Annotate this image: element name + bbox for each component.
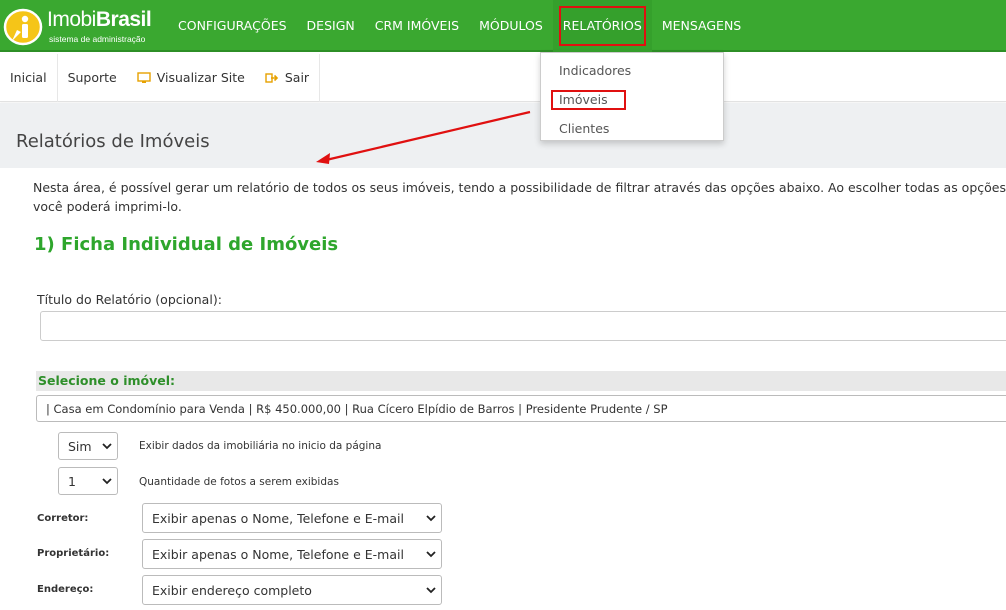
subnav-suporte[interactable]: Suporte: [58, 54, 127, 102]
select-imovel-label: Selecione o imóvel:: [38, 373, 175, 388]
menu-crm-imoveis[interactable]: CRM IMÓVEIS: [365, 0, 469, 52]
corretor-value: Exibir apenas o Nome, Telefone e E-mail: [152, 511, 404, 526]
chevron-down-icon: [426, 551, 436, 558]
brand-tagline: sistema de administração: [49, 34, 146, 44]
chevron-down-icon: [102, 443, 112, 450]
top-navbar: ImobiBrasil sistema de administração CON…: [0, 0, 1006, 52]
page-title: Relatórios de Imóveis: [16, 131, 210, 152]
menu-mensagens[interactable]: MENSAGENS: [652, 0, 751, 52]
secondary-navbar: Inicial Suporte Visualizar Site Sair: [0, 54, 1006, 102]
show-agency-label: Exibir dados da imobiliária no inicio da…: [139, 440, 382, 452]
chevron-down-icon: [426, 515, 436, 522]
chevron-down-icon: [102, 478, 112, 485]
show-agency-value: Sim: [68, 439, 92, 454]
show-agency-select[interactable]: Sim: [58, 432, 118, 460]
proprietario-label: Proprietário:: [37, 548, 110, 559]
logo[interactable]: ImobiBrasil sistema de administração: [3, 6, 153, 48]
corretor-label: Corretor:: [37, 513, 89, 524]
select-imovel-header: Selecione o imóvel:: [36, 371, 1006, 391]
dropdown-item-clientes[interactable]: Clientes: [559, 121, 609, 136]
menu-modulos[interactable]: MÓDULOS: [469, 0, 553, 52]
subnav-visualizar-site-label: Visualizar Site: [156, 70, 245, 85]
subnav-inicial[interactable]: Inicial: [0, 54, 58, 102]
proprietario-value: Exibir apenas o Nome, Telefone e E-mail: [152, 547, 404, 562]
imovel-select[interactable]: | Casa em Condomínio para Venda | R$ 450…: [36, 395, 1006, 422]
proprietario-select[interactable]: Exibir apenas o Nome, Telefone e E-mail: [142, 539, 442, 569]
logo-icon: [3, 8, 43, 46]
subnav-sair[interactable]: Sair: [255, 54, 321, 102]
subnav-visualizar-site[interactable]: Visualizar Site: [127, 54, 255, 102]
section-title: 1) Ficha Individual de Imóveis: [34, 234, 339, 255]
chevron-down-icon: [426, 587, 436, 594]
photo-count-value: 1: [68, 474, 76, 489]
report-title-label: Título do Relatório (opcional):: [37, 292, 222, 307]
menu-design[interactable]: DESIGN: [297, 0, 365, 52]
dropdown-item-imoveis[interactable]: Imóveis: [559, 92, 608, 107]
intro-text: Nesta área, é possível gerar um relatóri…: [33, 178, 1006, 216]
logout-icon: [265, 73, 278, 83]
endereco-select[interactable]: Exibir endereço completo: [142, 575, 442, 605]
photo-count-select[interactable]: 1: [58, 467, 118, 495]
dropdown-item-indicadores[interactable]: Indicadores: [559, 63, 631, 78]
monitor-icon: [137, 72, 151, 83]
main-menu: CONFIGURAÇÕES DESIGN CRM IMÓVEIS MÓDULOS…: [168, 0, 751, 52]
relatorios-dropdown: Indicadores Imóveis Clientes: [540, 52, 724, 141]
report-title-input[interactable]: [40, 311, 1006, 341]
subnav-sair-label: Sair: [284, 70, 310, 85]
photo-count-label: Quantidade de fotos a serem exibidas: [139, 476, 339, 488]
endereco-label: Endereço:: [37, 584, 94, 595]
subnav-inicial-label: Inicial: [10, 70, 47, 85]
brand-name: ImobiBrasil: [47, 8, 152, 31]
intro-line-2: você poderá imprimi-lo.: [33, 199, 182, 214]
annotation-arrow: [316, 110, 531, 164]
intro-line-1: Nesta área, é possível gerar um relatóri…: [33, 180, 1006, 195]
corretor-select[interactable]: Exibir apenas o Nome, Telefone e E-mail: [142, 503, 442, 533]
menu-configuracoes[interactable]: CONFIGURAÇÕES: [168, 0, 297, 52]
endereco-value: Exibir endereço completo: [152, 583, 312, 598]
menu-relatorios[interactable]: RELATÓRIOS: [552, 0, 652, 52]
subnav-suporte-label: Suporte: [67, 70, 117, 85]
